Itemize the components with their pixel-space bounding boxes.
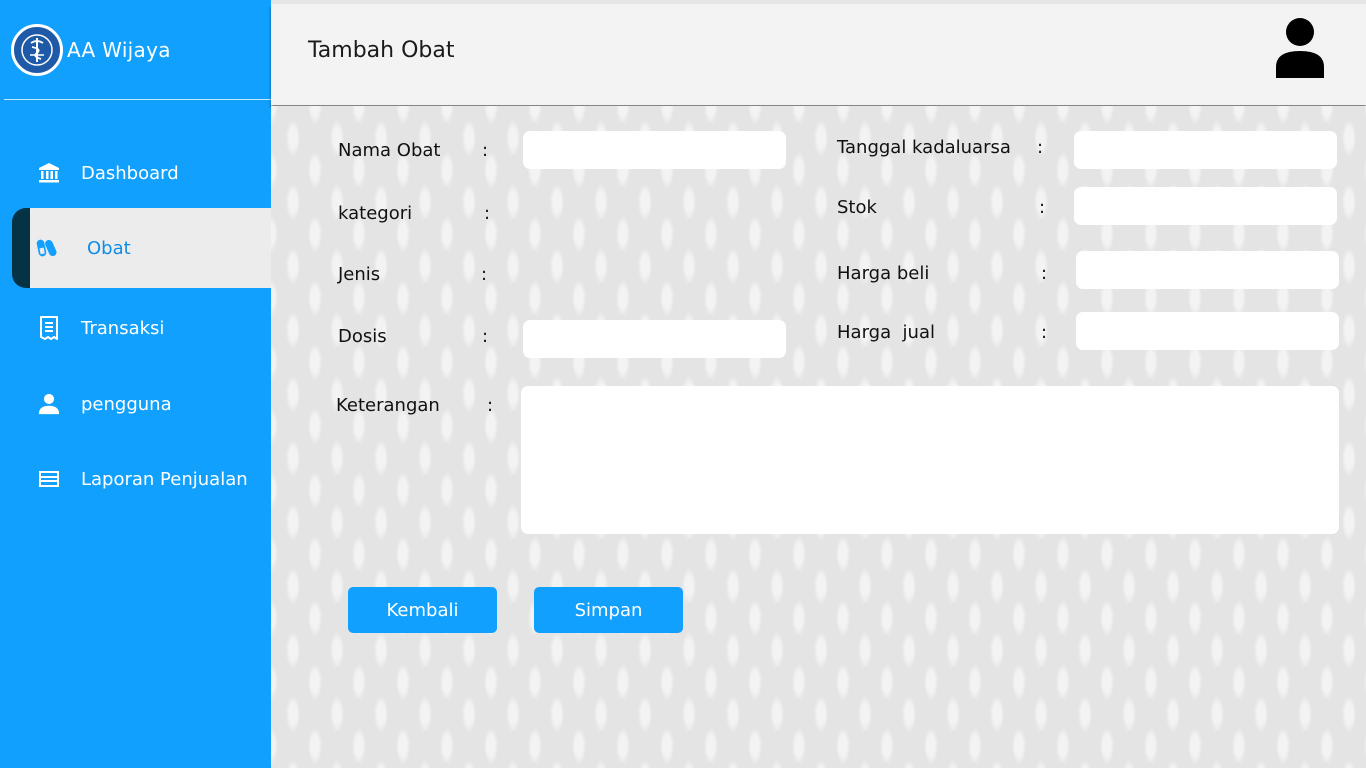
jenis-label: Jenis <box>338 264 381 285</box>
add-medicine-form: Nama Obat : kategori : Jenis : Dosis : K… <box>271 106 1366 768</box>
jenis-colon: : <box>481 264 488 285</box>
dosis-colon: : <box>482 326 489 347</box>
tanggal-kadaluarsa-label: Tanggal kadaluarsa <box>837 137 1011 158</box>
save-button[interactable]: Simpan <box>534 587 683 633</box>
receipt-icon <box>38 316 60 340</box>
sidebar-item-dashboard[interactable]: Dashboard <box>0 149 271 197</box>
report-icon <box>38 468 60 490</box>
harga-beli-colon: : <box>1041 263 1048 284</box>
sidebar-item-obat[interactable]: Obat <box>12 208 271 288</box>
harga-jual-colon: : <box>1041 322 1048 343</box>
nama-obat-label: Nama Obat <box>338 140 441 161</box>
kategori-colon: : <box>484 203 491 224</box>
page-title: Tambah Obat <box>308 38 455 63</box>
stok-colon: : <box>1039 197 1046 218</box>
dosis-input[interactable] <box>523 320 786 358</box>
harga-beli-label: Harga beli <box>837 263 930 284</box>
nama-obat-input[interactable] <box>523 131 786 169</box>
harga-jual-input[interactable] <box>1076 312 1339 350</box>
pills-icon <box>36 237 58 259</box>
keterangan-label: Keterangan <box>336 395 440 416</box>
sidebar-item-label: Dashboard <box>81 162 179 184</box>
nama-obat-colon: : <box>482 140 489 161</box>
caduceus-icon <box>11 24 63 76</box>
sidebar-divider <box>4 99 271 100</box>
keterangan-textarea[interactable] <box>521 386 1339 534</box>
sidebar-item-label: Laporan Penjualan <box>81 468 248 490</box>
harga-beli-input[interactable] <box>1076 251 1339 289</box>
brand-name: AA Wijaya <box>67 38 171 62</box>
stok-input[interactable] <box>1074 187 1337 225</box>
sidebar-item-label: pengguna <box>81 393 172 415</box>
kategori-label: kategori <box>338 203 413 224</box>
stok-label: Stok <box>837 197 877 218</box>
sidebar: AA Wijaya Dashboard Obat Transaksi pengg… <box>0 0 271 768</box>
bank-icon <box>38 162 60 184</box>
dosis-label: Dosis <box>338 326 387 347</box>
keterangan-colon: : <box>487 395 494 416</box>
user-icon <box>38 393 60 415</box>
sidebar-item-label: Obat <box>87 237 131 259</box>
brand[interactable]: AA Wijaya <box>11 24 171 76</box>
sidebar-item-transaksi[interactable]: Transaksi <box>0 304 271 352</box>
tanggal-kadaluarsa-input[interactable] <box>1074 131 1337 169</box>
sidebar-item-label: Transaksi <box>81 317 165 339</box>
sidebar-item-laporan-penjualan[interactable]: Laporan Penjualan <box>0 455 271 503</box>
user-avatar-icon[interactable] <box>1275 17 1325 79</box>
header: Tambah Obat <box>271 4 1366 105</box>
tanggal-kadaluarsa-colon: : <box>1037 137 1044 158</box>
sidebar-item-pengguna[interactable]: pengguna <box>0 380 271 428</box>
harga-jual-label: Harga jual <box>837 322 935 343</box>
back-button[interactable]: Kembali <box>348 587 497 633</box>
